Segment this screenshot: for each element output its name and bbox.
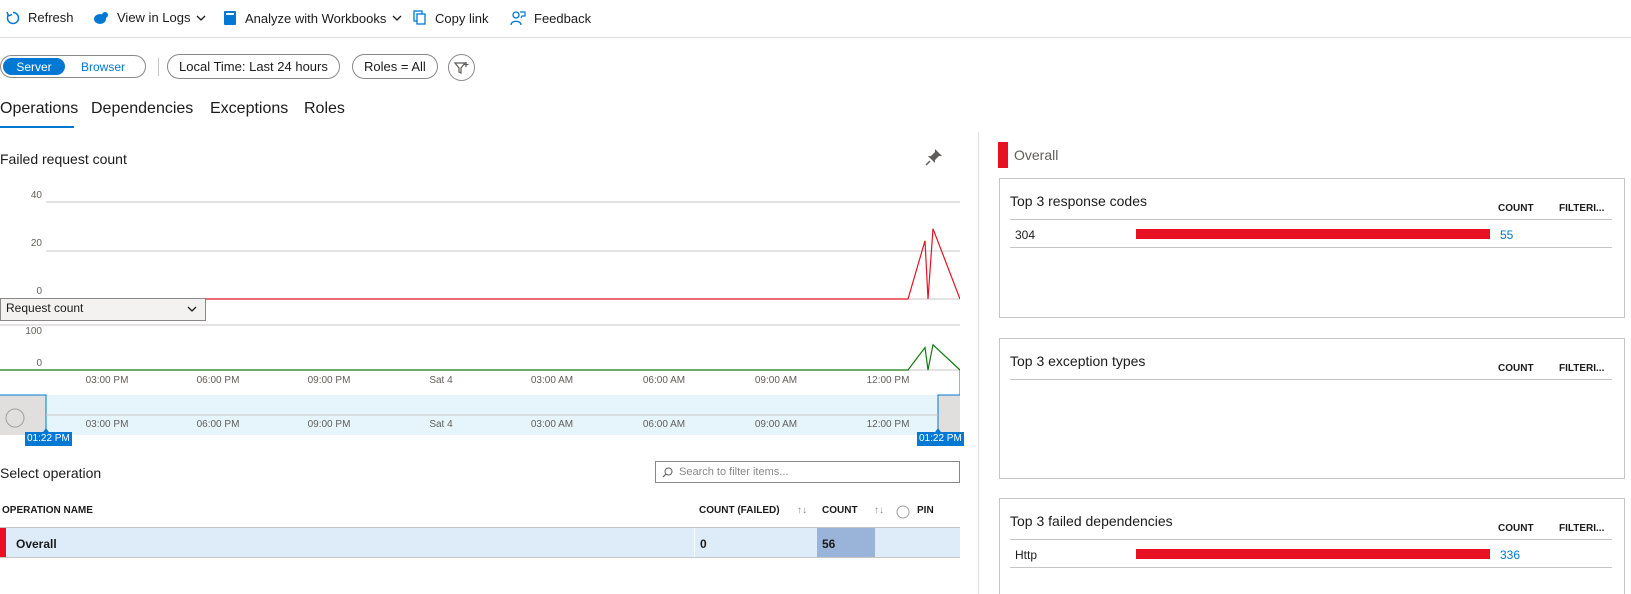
divider xyxy=(1010,539,1612,540)
view-in-logs-label: View in Logs xyxy=(117,10,191,25)
feedback-icon xyxy=(510,11,526,26)
sort-icon[interactable]: ↑↓ xyxy=(874,505,884,516)
count-header: COUNT xyxy=(1498,363,1534,374)
workbook-icon xyxy=(224,11,236,25)
exception-types-card: Top 3 exception types COUNT FILTERI... xyxy=(999,338,1625,479)
response-code-bar xyxy=(1136,229,1490,239)
dependency-count[interactable]: 336 xyxy=(1500,548,1520,562)
filter-header: FILTERI... xyxy=(1559,523,1605,534)
analyze-workbooks-button[interactable]: Analyze with Workbooks xyxy=(223,10,402,26)
add-filter-button[interactable] xyxy=(448,54,475,81)
filter-header: FILTERI... xyxy=(1559,363,1605,374)
active-tab-indicator xyxy=(0,126,74,128)
select-operation-title: Select operation xyxy=(0,465,102,481)
search-placeholder: Search to filter items... xyxy=(679,466,789,478)
time-axis-label: 06:00 AM xyxy=(642,419,686,430)
tab-dependencies[interactable]: Dependencies xyxy=(91,100,193,118)
chart-title: Failed request count xyxy=(0,151,127,167)
brush-end-label: 01:22 PM xyxy=(917,432,964,446)
tab-exceptions[interactable]: Exceptions xyxy=(210,100,288,118)
column-header-operation-name[interactable]: OPERATION NAME xyxy=(2,505,93,516)
count-failed-value: 0 xyxy=(700,537,707,551)
filter-divider xyxy=(158,58,159,76)
response-code-label: 304 xyxy=(1015,228,1036,242)
copy-link-button[interactable]: Copy link xyxy=(413,10,488,26)
metric-dropdown-value: Request count xyxy=(6,301,84,315)
count-header: COUNT xyxy=(1498,203,1534,214)
chevron-down-icon xyxy=(197,15,206,21)
table-row[interactable]: Overall 0 56 xyxy=(0,527,960,558)
roles-filter[interactable]: Roles = All xyxy=(352,54,438,79)
count-header: COUNT xyxy=(1498,523,1534,534)
cell-divider xyxy=(694,528,695,557)
funnel-plus-icon xyxy=(453,61,468,74)
time-axis-label: 09:00 AM xyxy=(754,419,798,430)
pin-chart-button[interactable] xyxy=(925,148,943,171)
time-axis-label: 06:00 PM xyxy=(196,419,240,430)
divider xyxy=(1010,379,1612,380)
divider xyxy=(1010,219,1612,220)
count-value: 56 xyxy=(822,537,836,551)
selected-operation-label: Overall xyxy=(1014,147,1059,163)
operation-search-input[interactable]: Search to filter items... xyxy=(655,461,960,483)
brush-start-label: 01:22 PM xyxy=(25,432,72,446)
logs-icon xyxy=(94,11,108,24)
response-codes-card: Top 3 response codes COUNT FILTERI... 30… xyxy=(999,178,1625,318)
sort-icon[interactable]: ↑↓ xyxy=(797,505,807,516)
divider xyxy=(1010,247,1612,248)
dependency-label: Http xyxy=(1015,548,1038,562)
time-axis-label: Sat 4 xyxy=(429,419,453,430)
card-title: Top 3 response codes xyxy=(1010,193,1147,209)
divider xyxy=(1010,567,1612,568)
column-header-count[interactable]: COUNT xyxy=(822,505,858,516)
row-color-marker xyxy=(0,528,6,557)
time-range-filter[interactable]: Local Time: Last 24 hours xyxy=(167,54,340,79)
pin-icon xyxy=(925,149,942,166)
dependency-bar xyxy=(1136,549,1490,559)
time-axis-label: 03:00 PM xyxy=(85,419,129,430)
refresh-label: Refresh xyxy=(28,10,74,25)
brush-excluded-right xyxy=(938,395,960,435)
copy-icon xyxy=(413,10,426,25)
column-header-count-failed[interactable]: COUNT (FAILED) xyxy=(699,505,780,516)
tab-operations[interactable]: Operations xyxy=(0,100,78,118)
browser-option[interactable]: Browser xyxy=(65,58,141,75)
request-count-series-line xyxy=(0,343,960,371)
response-code-count[interactable]: 55 xyxy=(1500,228,1513,242)
command-bar: Refresh View in Logs Analyze with Workbo… xyxy=(0,0,1631,38)
search-icon xyxy=(662,467,673,477)
feedback-label: Feedback xyxy=(534,10,592,26)
view-in-logs-button[interactable]: View in Logs xyxy=(93,10,206,25)
overall-color-marker xyxy=(998,142,1008,168)
time-axis-label: 09:00 PM xyxy=(307,419,351,430)
metric-dropdown[interactable]: Request count xyxy=(0,298,206,321)
panel-divider xyxy=(978,132,979,594)
pin-header-icon xyxy=(896,505,910,519)
refresh-icon xyxy=(6,11,20,24)
chevron-down-icon xyxy=(392,15,402,21)
refresh-button[interactable]: Refresh xyxy=(6,10,74,25)
card-title: Top 3 failed dependencies xyxy=(1010,513,1173,529)
failed-dependencies-card: Top 3 failed dependencies COUNT FILTERI.… xyxy=(999,498,1625,594)
server-option[interactable]: Server xyxy=(3,58,65,75)
chevron-down-icon xyxy=(187,306,197,312)
feedback-button[interactable]: Feedback xyxy=(510,10,591,26)
copy-link-label: Copy link xyxy=(435,10,489,26)
server-browser-toggle: Server Browser xyxy=(0,55,146,78)
column-header-pin: PIN xyxy=(917,505,934,516)
card-title: Top 3 exception types xyxy=(1010,353,1146,369)
failed-request-series-line xyxy=(0,228,960,300)
time-axis-label: 12:00 PM xyxy=(866,419,910,430)
analyze-workbooks-label: Analyze with Workbooks xyxy=(245,10,387,26)
operation-name: Overall xyxy=(16,537,57,551)
time-brush xyxy=(0,370,960,435)
time-axis-label: 03:00 AM xyxy=(530,419,574,430)
filter-header: FILTERI... xyxy=(1559,203,1605,214)
tab-roles[interactable]: Roles xyxy=(304,100,345,118)
